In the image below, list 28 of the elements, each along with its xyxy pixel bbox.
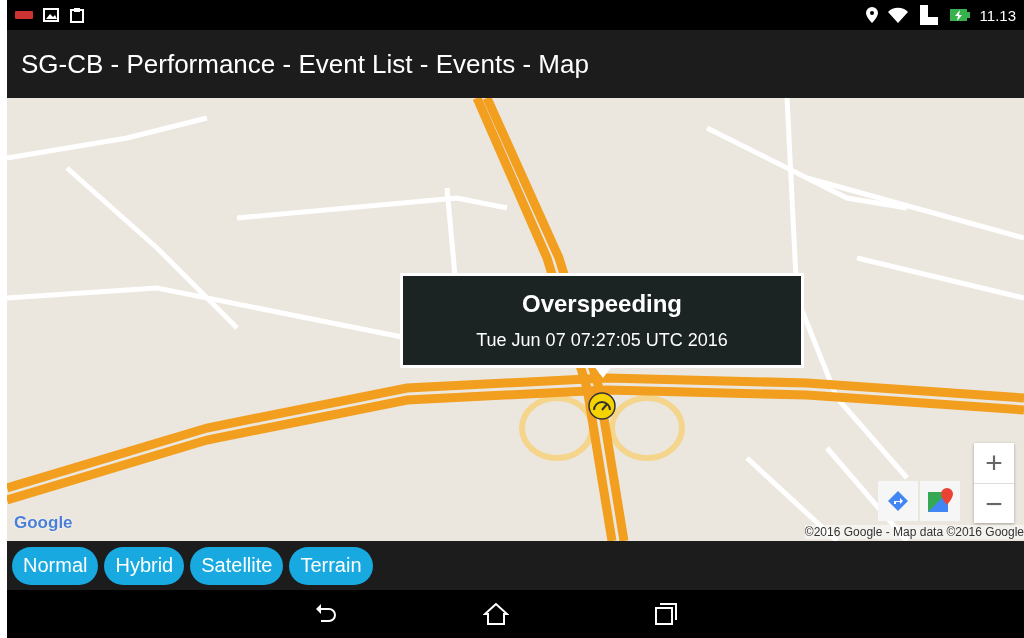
overlapping-squares-icon: [653, 602, 678, 626]
map-type-button[interactable]: Satellite: [190, 546, 284, 585]
maps-app-button[interactable]: [920, 481, 960, 521]
map-attribution: ©2016 Google - Map data ©2016 Google: [804, 525, 1024, 539]
event-title: Overspeeding: [521, 290, 683, 318]
home-icon: [482, 602, 509, 626]
wifi-icon: [887, 7, 908, 23]
status-time: 11.13: [979, 6, 1016, 24]
speedometer-marker-icon[interactable]: [587, 391, 617, 421]
screen-title: SG-CB - Performance - Event List - Events - Map: [21, 48, 589, 80]
clipboard-icon: [69, 7, 85, 23]
app-notification-icon: [15, 11, 33, 19]
directions-arrow-icon: [887, 490, 909, 512]
zoom-out-button[interactable]: −: [974, 483, 1014, 523]
battery-charging-icon: [949, 8, 970, 22]
image-icon: [43, 8, 59, 22]
map-background[interactable]: Overspeeding Tue Jun 07 07:27:05 UTC 2016 + − Google ©2016 Google - Map data ©2016 Google: [7, 98, 1024, 541]
map-type-button[interactable]: Hybrid: [104, 546, 185, 585]
sim-card-icon: [917, 5, 940, 25]
map-type-button[interactable]: Normal: [12, 546, 99, 585]
directions-button[interactable]: [878, 481, 918, 521]
event-timestamp: Tue Jun 07 07:27:05 UTC 2016: [476, 330, 728, 351]
location-pin-icon: [865, 7, 878, 23]
map-type-button[interactable]: Terrain: [289, 546, 373, 585]
map-logo: Google: [14, 513, 73, 533]
info-window-pointer: [594, 366, 612, 378]
map-pin-icon: [927, 488, 953, 514]
zoom-in-button[interactable]: +: [974, 443, 1014, 483]
